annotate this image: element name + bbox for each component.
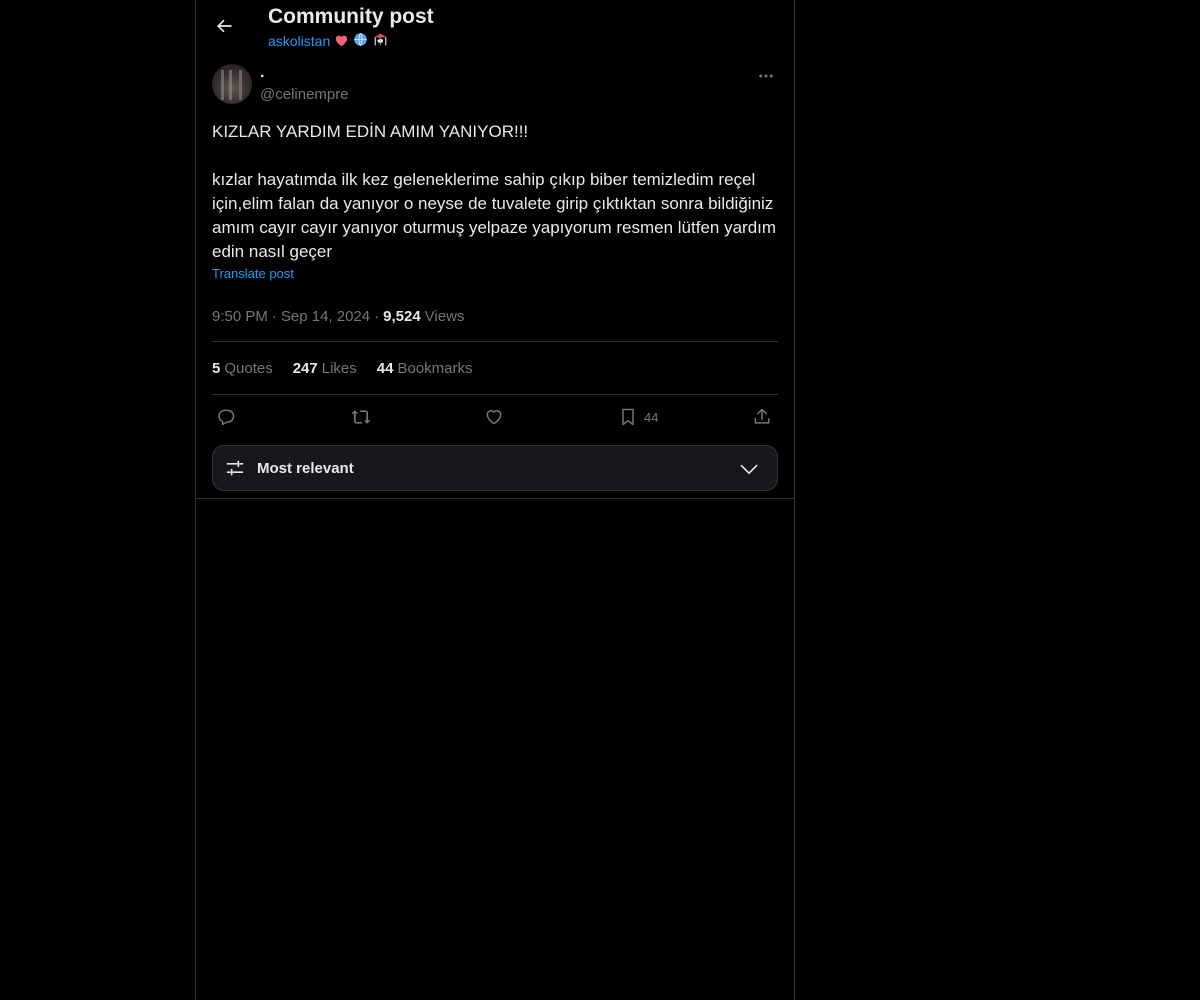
sort-label: Most relevant (257, 459, 354, 477)
community-link[interactable]: askolistan (268, 32, 389, 50)
views-count: 9,524 (383, 307, 421, 325)
arrow-left-icon (217, 19, 232, 33)
post-time[interactable]: 9:50 PM (212, 308, 268, 325)
post-actions: 44 (212, 395, 778, 443)
post-meta: 9:50 PM · Sep 14, 2024 · 9,524 Views (212, 301, 778, 331)
post-date[interactable]: Sep 14, 2024 (281, 308, 370, 325)
likes-stat[interactable]: 247 Likes (293, 360, 357, 377)
more-options-button[interactable] (754, 64, 778, 88)
bookmarks-count: 44 (376, 359, 394, 377)
community-name: askolistan (268, 33, 331, 49)
post: . @celinempre KIZLAR YARDIM EDİN AMIM YA… (212, 64, 778, 443)
post-text-body: kızlar hayatımda ilk kez geleneklerime s… (212, 170, 777, 261)
post-stats: 5 Quotes 247 Likes 44 Bookmarks (212, 342, 778, 394)
post-author-row: . @celinempre (212, 64, 778, 108)
bookmarks-label: Bookmarks (397, 359, 473, 377)
reply-sort-dropdown[interactable]: Most relevant (212, 445, 778, 491)
reply-button[interactable] (216, 407, 236, 427)
quotes-stat[interactable]: 5 Quotes (212, 360, 273, 377)
views-label: Views (424, 307, 465, 325)
author-display-name[interactable]: . (260, 64, 264, 82)
post-text-headline: KIZLAR YARDIM EDİN AMIM YANIYOR!!! (212, 122, 529, 141)
meta-separator: · (271, 307, 277, 325)
share-button[interactable] (752, 407, 772, 427)
meta-separator: · (374, 307, 380, 325)
bookmarks-stat[interactable]: 44 Bookmarks (377, 360, 473, 377)
post-column: Community post askolistan . @celinempre (195, 0, 795, 1000)
more-horizontal-icon (759, 74, 773, 78)
likes-label: Likes (321, 359, 357, 377)
likes-count: 247 (292, 359, 318, 377)
repost-icon (351, 410, 371, 424)
heart-emoji-icon (334, 33, 349, 50)
bookmark-count: 44 (644, 409, 659, 425)
divider (196, 498, 794, 499)
bookmark-icon (622, 408, 634, 426)
author-handle[interactable]: @celinempre (260, 86, 349, 103)
page-header: Community post askolistan (196, 0, 794, 56)
sliders-icon (226, 460, 244, 476)
heart-icon (486, 410, 502, 425)
avatar[interactable] (212, 64, 252, 104)
quotes-label: Quotes (224, 359, 273, 377)
repost-button[interactable] (350, 407, 372, 427)
share-icon (754, 408, 770, 424)
post-text: KIZLAR YARDIM EDİN AMIM YANIYOR!!! kızlar… (212, 120, 778, 264)
translate-post-link[interactable]: Translate post (212, 266, 778, 281)
page-title: Community post (268, 5, 434, 28)
chevron-down-icon (740, 464, 758, 474)
bookmark-button[interactable]: 44 (618, 407, 658, 427)
back-button[interactable] (208, 10, 240, 42)
reply-icon (218, 409, 235, 426)
like-button[interactable] (484, 407, 504, 427)
quotes-count: 5 (212, 359, 221, 377)
globe-emoji-icon (353, 32, 368, 50)
carousel-emoji-icon (372, 32, 389, 50)
